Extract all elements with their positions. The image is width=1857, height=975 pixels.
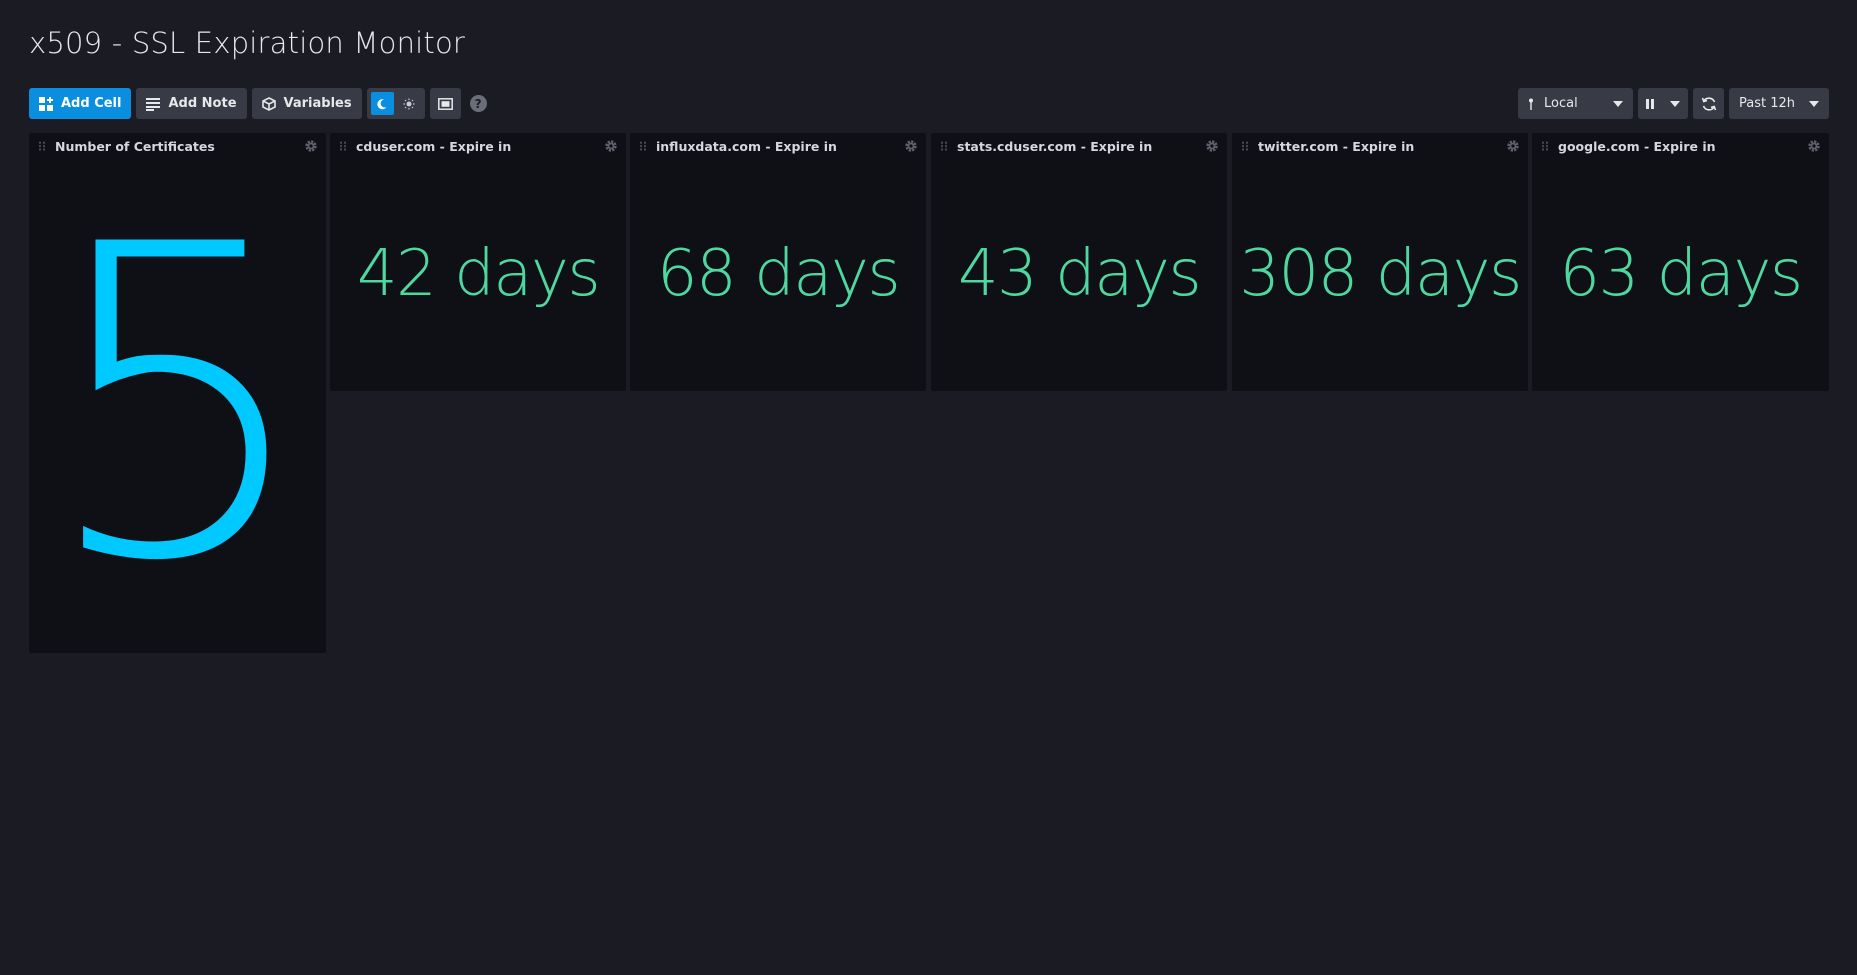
- single-stat-value: 43 days: [957, 237, 1202, 311]
- timezone-dropdown[interactable]: Local: [1518, 88, 1633, 119]
- cell-title: stats.cduser.com - Expire in: [957, 139, 1153, 154]
- drag-handle-icon[interactable]: [940, 141, 948, 151]
- variables-button[interactable]: Variables: [251, 88, 362, 119]
- dashboard-cell: influxdata.com - Expire in 68 days: [630, 133, 926, 391]
- drag-handle-icon[interactable]: [38, 141, 46, 151]
- sun-icon[interactable]: [398, 92, 421, 115]
- autorefresh-dropdown[interactable]: [1638, 88, 1688, 119]
- dashboard-cell: cduser.com - Expire in 42 days: [330, 133, 626, 391]
- dashboard-cell: Number of Certificates 5: [29, 133, 326, 653]
- cell-title: twitter.com - Expire in: [1258, 139, 1415, 154]
- gear-icon[interactable]: [904, 139, 918, 153]
- cell-title: cduser.com - Expire in: [356, 139, 512, 154]
- chevron-down-icon: [1809, 100, 1819, 107]
- gear-icon[interactable]: [1506, 139, 1520, 153]
- drag-handle-icon[interactable]: [1541, 141, 1549, 151]
- drag-handle-icon[interactable]: [639, 141, 647, 151]
- time-range-label: Past 12h: [1739, 96, 1796, 111]
- gear-icon[interactable]: [1807, 139, 1821, 153]
- chevron-down-icon: [1670, 100, 1680, 107]
- drag-handle-icon[interactable]: [339, 141, 347, 151]
- gear-icon[interactable]: [304, 139, 318, 153]
- cell-title: google.com - Expire in: [1558, 139, 1716, 154]
- add-note-button[interactable]: Add Note: [136, 88, 247, 119]
- dashboard-cell: google.com - Expire in 63 days: [1532, 133, 1829, 391]
- cube-icon: [261, 96, 276, 111]
- single-stat-value: 42 days: [356, 237, 601, 311]
- pin-icon: [1528, 98, 1534, 110]
- single-stat-value: 308 days: [1239, 237, 1522, 311]
- single-stat-value: 5: [40, 155, 315, 655]
- fullscreen-icon: [437, 97, 453, 110]
- cell-title: Number of Certificates: [55, 139, 215, 154]
- page-title: x509 - SSL Expiration Monitor: [29, 26, 466, 60]
- cell-title: influxdata.com - Expire in: [656, 139, 837, 154]
- single-stat-value: 63 days: [1559, 237, 1803, 311]
- add-note-label: Add Note: [168, 96, 237, 111]
- dashboard-cell: stats.cduser.com - Expire in 43 days: [931, 133, 1227, 391]
- note-icon: [146, 97, 161, 111]
- add-cell-button[interactable]: Add Cell: [29, 88, 132, 119]
- variables-label: Variables: [283, 96, 352, 111]
- add-cell-icon: [39, 96, 53, 111]
- help-icon[interactable]: ?: [469, 95, 487, 112]
- time-range-dropdown[interactable]: Past 12h: [1729, 88, 1829, 119]
- refresh-icon: [1701, 96, 1717, 112]
- theme-toggle: [366, 88, 425, 119]
- refresh-button[interactable]: [1693, 88, 1724, 119]
- dashboard-cell: twitter.com - Expire in 308 days: [1232, 133, 1528, 391]
- add-cell-label: Add Cell: [61, 96, 122, 111]
- pause-icon: [1646, 98, 1654, 109]
- single-stat-value: 68 days: [656, 237, 901, 311]
- gear-icon[interactable]: [604, 139, 618, 153]
- moon-icon[interactable]: [370, 92, 394, 115]
- presentation-mode-button[interactable]: [429, 88, 461, 119]
- drag-handle-icon[interactable]: [1241, 141, 1249, 151]
- gear-icon[interactable]: [1205, 139, 1219, 153]
- chevron-down-icon: [1613, 100, 1623, 107]
- timezone-label: Local: [1544, 96, 1578, 111]
- dashboard-toolbar: Add Cell Add Note Variables ? Local Past…: [29, 88, 1829, 119]
